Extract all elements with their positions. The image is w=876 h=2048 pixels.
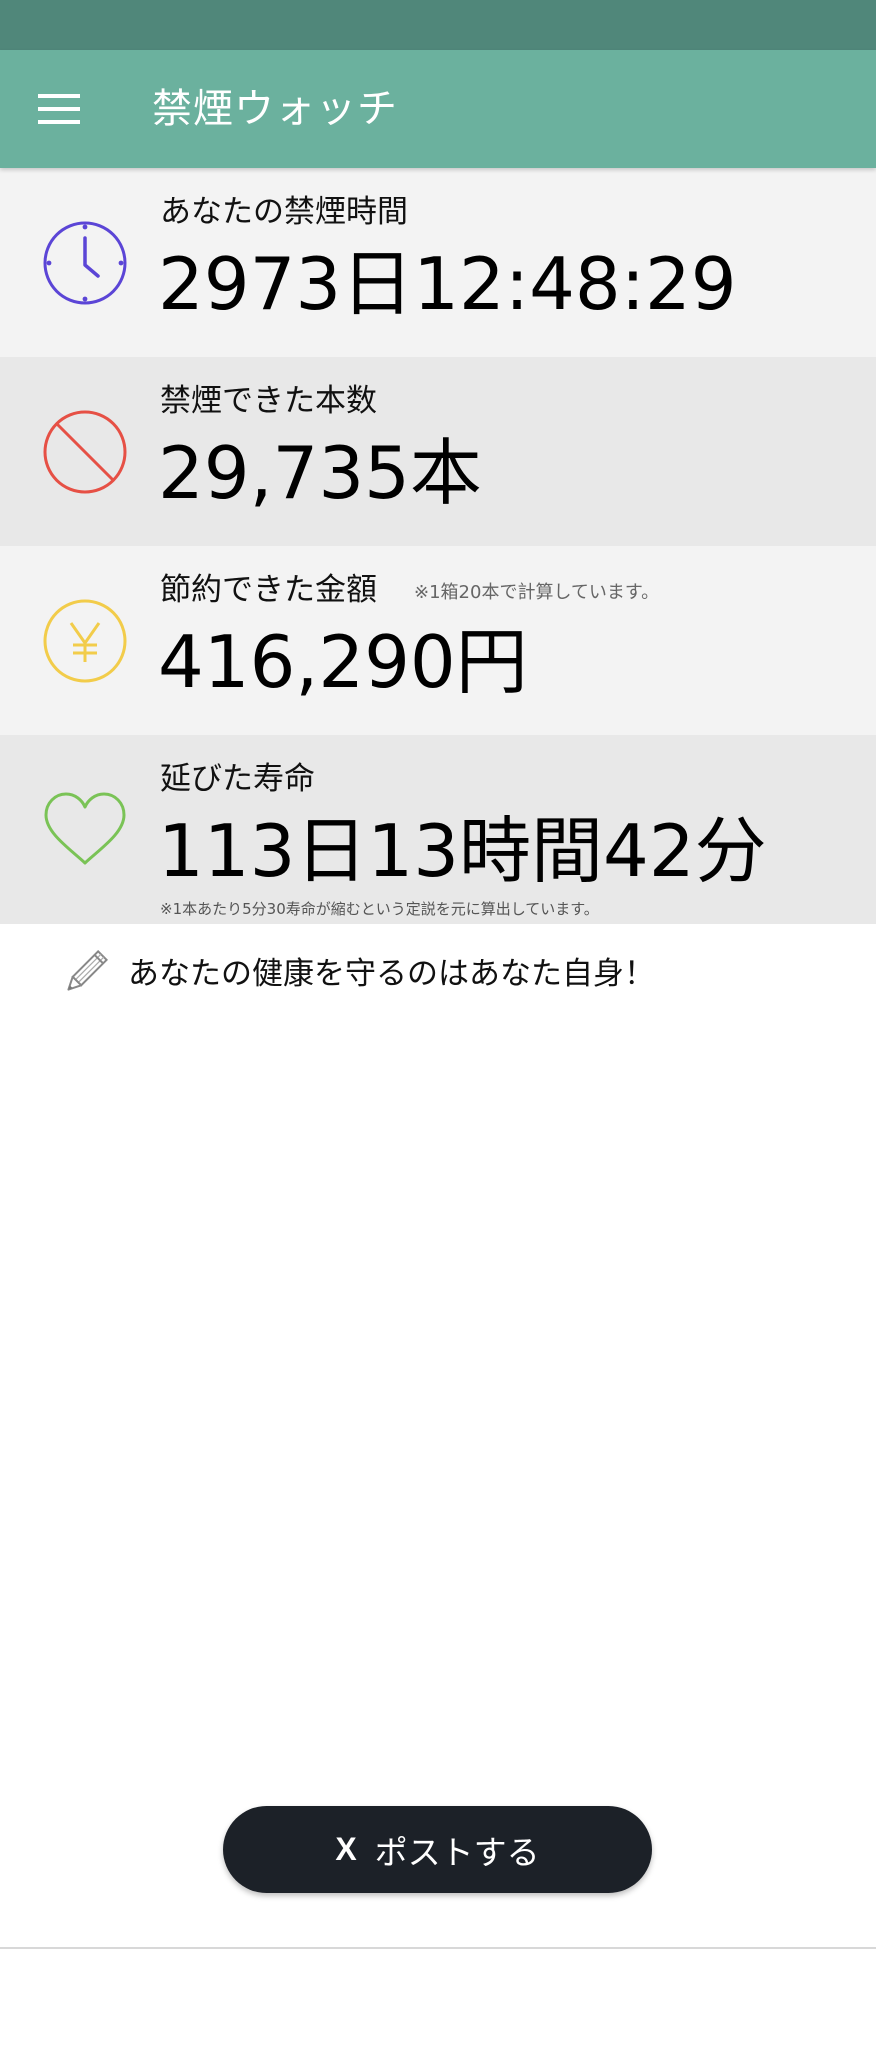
motivation-message: あなたの健康を守るのはあなた自身！	[0, 922, 876, 1032]
message-text: あなたの健康を守るのはあなた自身！	[128, 956, 655, 992]
cigarettes-avoided-value: 29,735本	[158, 431, 482, 515]
quit-time-card: あなたの禁煙時間 2973日12:48:29	[0, 168, 876, 357]
yen-coin-icon	[40, 596, 130, 686]
money-saved-label: 節約できた金額	[160, 572, 377, 608]
hamburger-menu-icon	[38, 94, 80, 124]
life-extended-note: ※1本あたり5分30寿命が縮むという定説を元に算出しています。	[160, 900, 599, 918]
post-to-x-button[interactable]: X ポストする	[223, 1806, 652, 1893]
clock-icon	[40, 218, 130, 308]
menu-button[interactable]	[30, 80, 88, 138]
money-saved-card: 節約できた金額 ※1箱20本で計算しています。 416,290円	[0, 546, 876, 735]
life-extended-label: 延びた寿命	[160, 761, 315, 797]
post-button-label: ポストする	[374, 1832, 540, 1872]
quit-time-label: あなたの禁煙時間	[160, 194, 408, 230]
life-extended-value: 113日13時間42分	[158, 809, 767, 893]
app-bar: 禁煙ウォッチ	[0, 50, 876, 168]
quit-time-value: 2973日12:48:29	[158, 242, 737, 326]
pencil-icon	[60, 949, 109, 998]
heart-icon	[40, 785, 130, 875]
money-saved-value: 416,290円	[158, 620, 528, 704]
prohibited-icon	[40, 407, 130, 497]
status-bar	[0, 0, 876, 50]
cigarettes-avoided-card: 禁煙できた本数 29,735本	[0, 357, 876, 546]
x-logo-icon: X	[335, 1831, 357, 1867]
bottom-divider	[0, 1947, 876, 1949]
life-extended-card: 延びた寿命 113日13時間42分 ※1本あたり5分30寿命が縮むという定説を元…	[0, 735, 876, 924]
app-title: 禁煙ウォッチ	[152, 86, 398, 132]
money-saved-note: ※1箱20本で計算しています。	[414, 582, 660, 603]
cigarettes-avoided-label: 禁煙できた本数	[160, 383, 377, 419]
